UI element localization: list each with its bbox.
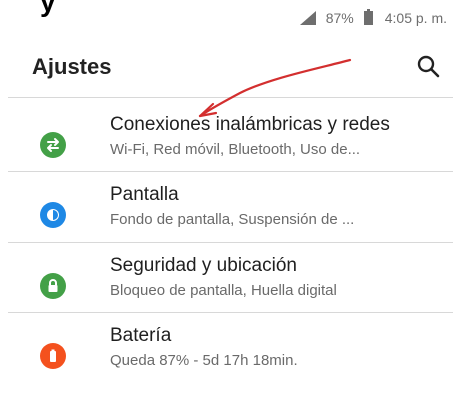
battery-icon — [40, 343, 66, 369]
divider — [8, 171, 453, 172]
brightness-icon — [40, 202, 66, 228]
cut-off-text-fragment: y — [40, 0, 56, 17]
settings-item-label: Batería — [110, 325, 172, 346]
signal-icon — [299, 11, 316, 25]
settings-item-subtitle: Wi-Fi, Red móvil, Bluetooth, Uso de... — [110, 141, 361, 158]
search-icon — [417, 55, 440, 78]
page-title: Ajustes — [32, 54, 112, 79]
clock: 4:05 p. m. — [384, 10, 447, 26]
divider — [8, 242, 453, 243]
settings-item-subtitle: Queda 87% - 5d 17h 18min. — [110, 352, 298, 369]
settings-item-battery[interactable]: Batería Queda 87% - 5d 17h 18min. — [0, 325, 461, 393]
settings-item-subtitle: Bloqueo de pantalla, Huella digital — [110, 282, 337, 299]
battery-percent: 87% — [325, 10, 354, 26]
search-button[interactable] — [413, 52, 443, 82]
settings-item-label: Pantalla — [110, 184, 179, 205]
divider — [8, 312, 453, 313]
settings-item-label: Seguridad y ubicación — [110, 255, 297, 276]
settings-item-label: Conexiones inalámbricas y redes — [110, 114, 390, 135]
app-bar: Ajustes — [0, 52, 461, 88]
battery-status-icon — [363, 9, 373, 25]
divider — [8, 97, 453, 98]
settings-item-subtitle: Fondo de pantalla, Suspensión de ... — [110, 211, 355, 228]
lock-icon — [40, 273, 66, 299]
wifi-swap-icon — [40, 132, 66, 158]
status-bar: 87% 4:05 p. m. — [299, 6, 447, 30]
